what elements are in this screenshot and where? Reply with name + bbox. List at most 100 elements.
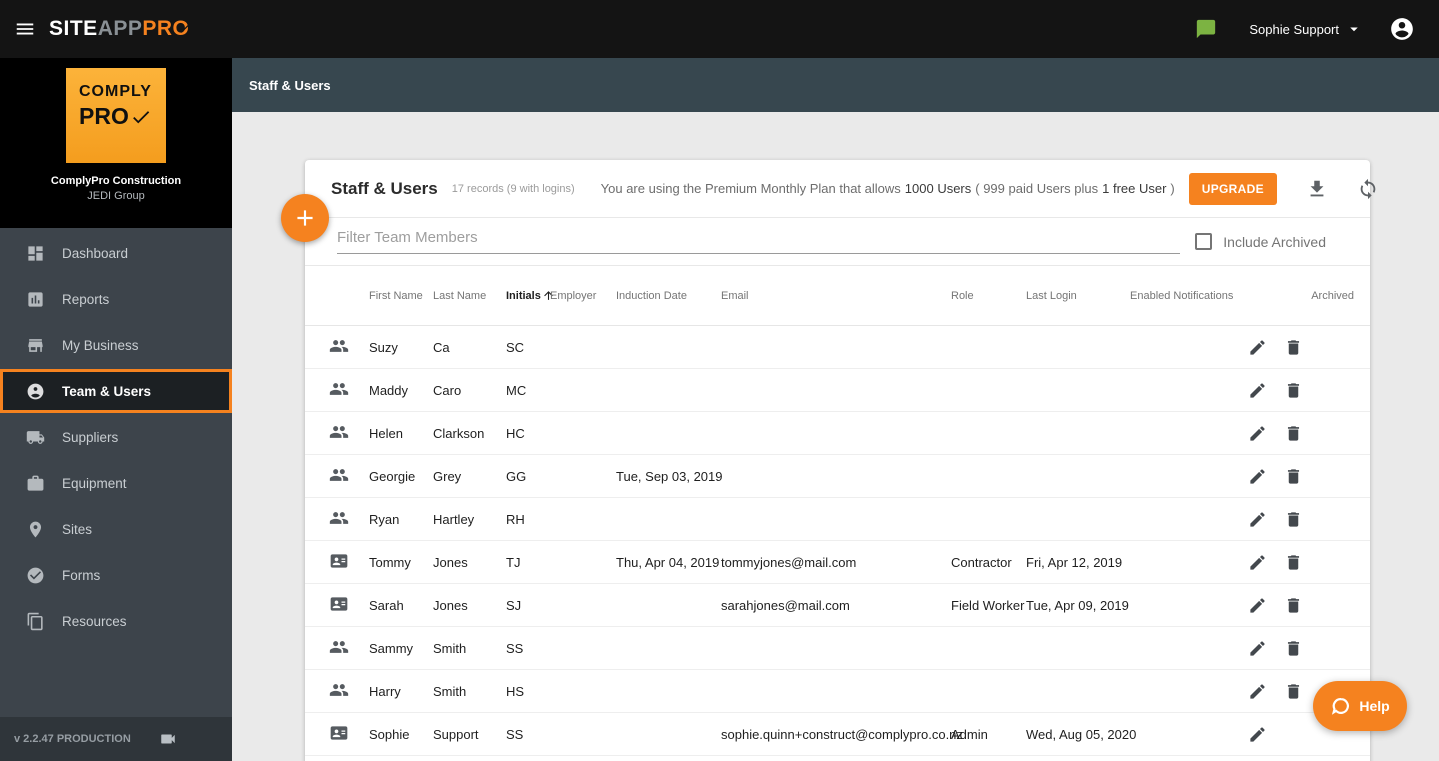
caret-down-icon[interactable] (1345, 20, 1363, 38)
sidebar-item-forms[interactable]: Forms (0, 552, 232, 598)
edit-icon[interactable] (1248, 596, 1267, 615)
grid-icon (26, 244, 45, 263)
filter-row: Include Archived (305, 218, 1370, 266)
download-icon[interactable] (1306, 178, 1328, 200)
col-induction-date[interactable]: Induction Date (616, 290, 721, 302)
delete-icon[interactable] (1284, 682, 1303, 701)
col-employer[interactable]: Employer (550, 290, 616, 302)
include-archived-label[interactable]: Include Archived (1223, 234, 1326, 250)
table-row: Sammy Smith SS (305, 627, 1370, 670)
delete-icon[interactable] (1284, 381, 1303, 400)
top-bar: SITE APP PRO Sophie Support (0, 0, 1439, 58)
help-button[interactable]: Help (1313, 681, 1407, 731)
cell-first-name: Suzy (369, 339, 398, 355)
edit-icon[interactable] (1248, 338, 1267, 357)
delete-icon[interactable] (1284, 424, 1303, 443)
edit-icon[interactable] (1248, 510, 1267, 529)
main-content: Staff & Users 17 records (9 with logins)… (232, 112, 1439, 761)
table-row: Sophie Support SS sophie.quinn+construct@co… (305, 713, 1370, 756)
version-bar: v 2.2.47 PRODUCTION (0, 717, 232, 761)
sidebar-item-reports[interactable]: Reports (0, 276, 232, 322)
delete-icon[interactable] (1284, 510, 1303, 529)
filter-input[interactable] (337, 229, 1180, 254)
edit-icon[interactable] (1248, 639, 1267, 658)
sidebar-item-label: Equipment (62, 475, 127, 491)
cell-email: sarahjones@mail.com (721, 597, 850, 613)
add-staff-button[interactable] (281, 194, 329, 242)
row-actions (1242, 381, 1310, 400)
edit-icon[interactable] (1248, 725, 1267, 744)
logo-site: SITE (49, 17, 98, 40)
cell-type (329, 723, 369, 746)
edit-icon[interactable] (1248, 682, 1267, 701)
cell-last-name: Smith (433, 683, 467, 699)
row-actions (1242, 467, 1310, 486)
copy-icon (26, 612, 45, 631)
chat-icon[interactable] (1195, 18, 1217, 40)
contact-card-icon (329, 723, 349, 743)
logo-check-icon (176, 21, 191, 36)
complypro-logo: COMPLY PRO (66, 68, 166, 163)
cell-induction-date: Tue, Sep 03, 2019 (616, 468, 723, 484)
company-logo-block: COMPLY PRO ComplyPro Construction JEDI G… (0, 58, 232, 228)
col-last-name[interactable]: Last Name (433, 290, 506, 302)
col-last-login[interactable]: Last Login (1026, 290, 1130, 302)
cell-role: Contractor (951, 554, 1012, 570)
col-role[interactable]: Role (951, 290, 1026, 302)
sidebar-item-my-business[interactable]: My Business (0, 322, 232, 368)
delete-icon[interactable] (1284, 553, 1303, 572)
sidebar-item-resources[interactable]: Resources (0, 598, 232, 644)
delete-icon[interactable] (1284, 338, 1303, 357)
table-row: Harry Smith HS (305, 670, 1370, 713)
cell-last-name: Ca (433, 339, 450, 355)
sidebar-item-label: Sites (62, 521, 93, 537)
col-first-name[interactable]: First Name (369, 290, 433, 302)
account-icon[interactable] (1389, 16, 1415, 42)
sidebar-item-sites[interactable]: Sites (0, 506, 232, 552)
cell-type (329, 379, 369, 402)
sync-icon[interactable] (1357, 178, 1379, 200)
sidebar-item-label: Suppliers (62, 429, 119, 445)
cell-email: tommyjones@mail.com (721, 554, 857, 570)
col-email[interactable]: Email (721, 290, 951, 302)
cell-first-name: Sophie (369, 726, 410, 742)
upgrade-button[interactable]: UPGRADE (1188, 172, 1277, 205)
edit-icon[interactable] (1248, 381, 1267, 400)
cell-initials: TJ (506, 554, 521, 570)
sidebar-item-team-users[interactable]: Team & Users (0, 369, 232, 413)
delete-icon[interactable] (1284, 639, 1303, 658)
cell-last-login: Tue, Apr 09, 2019 (1026, 597, 1129, 613)
store-icon (26, 336, 45, 355)
col-initials[interactable]: Initials (506, 289, 553, 302)
delete-icon[interactable] (1284, 467, 1303, 486)
cell-initials: SS (506, 726, 524, 742)
cell-last-login: Fri, Apr 12, 2019 (1026, 554, 1123, 570)
sidebar-item-dashboard[interactable]: Dashboard (0, 230, 232, 276)
cell-first-name: Tommy (369, 554, 411, 570)
user-menu-name[interactable]: Sophie Support (1249, 22, 1339, 37)
people-icon (329, 508, 349, 528)
people-icon (329, 465, 349, 485)
col-archived[interactable]: Archived (1310, 290, 1354, 302)
people-icon (329, 422, 349, 442)
edit-icon[interactable] (1248, 553, 1267, 572)
sidebar-item-label: Resources (62, 613, 127, 629)
delete-icon[interactable] (1284, 596, 1303, 615)
col-notifications[interactable]: Enabled Notifications (1130, 290, 1242, 302)
edit-icon[interactable] (1248, 424, 1267, 443)
table-row: Ryan Hartley RH (305, 498, 1370, 541)
sidebar-item-equipment[interactable]: Equipment (0, 460, 232, 506)
company-group: JEDI Group (87, 190, 145, 202)
cell-initials: RH (506, 511, 525, 527)
include-archived-checkbox[interactable] (1195, 233, 1213, 250)
edit-icon[interactable] (1248, 467, 1267, 486)
cell-induction-date: Thu, Apr 04, 2019 (616, 554, 720, 570)
table-header: First Name Last Name Initials Employer I… (305, 266, 1370, 326)
row-actions (1242, 338, 1310, 357)
sidebar-item-suppliers[interactable]: Suppliers (0, 414, 232, 460)
people-icon (329, 336, 349, 356)
menu-icon[interactable] (14, 18, 36, 40)
map-pin-icon (26, 520, 45, 539)
check-circle-icon (26, 566, 45, 585)
video-icon[interactable] (159, 730, 177, 748)
